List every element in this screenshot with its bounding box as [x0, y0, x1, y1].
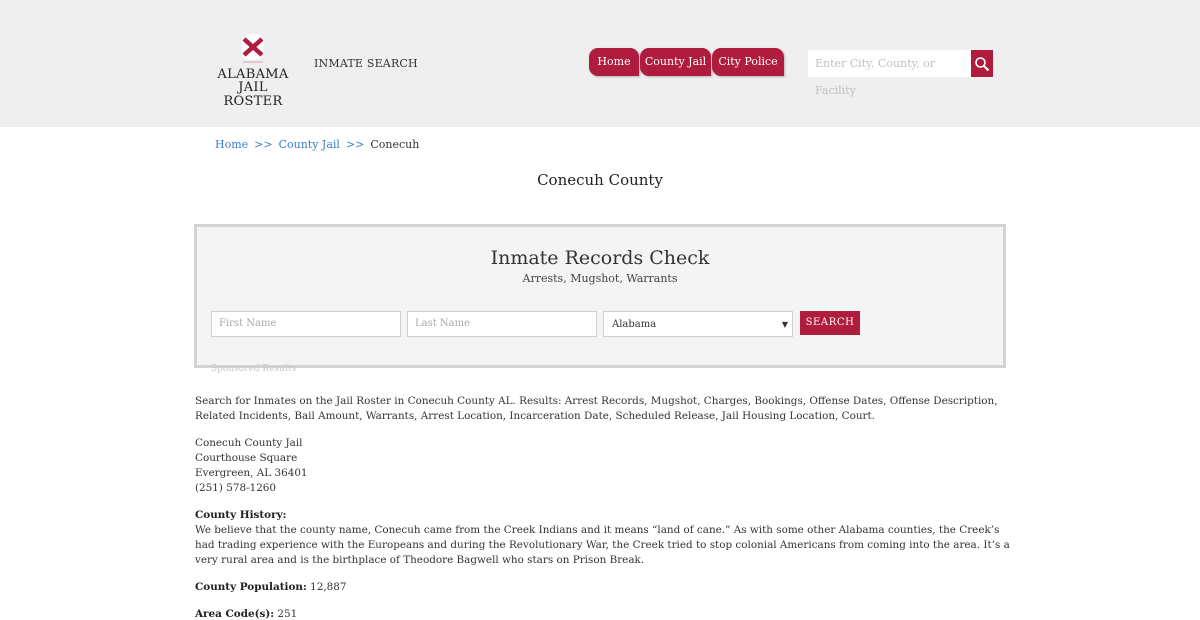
state-select[interactable]: Alabama ▼ — [603, 311, 793, 337]
jail-city: Evergreen, AL 36401 — [195, 467, 308, 479]
state-select-value: Alabama — [612, 319, 657, 330]
jail-name: Conecuh County Jail — [195, 437, 303, 449]
search-icon — [975, 57, 990, 72]
breadcrumb-separator: >> — [254, 138, 273, 151]
county-population-label: County Population: — [195, 581, 307, 593]
chevron-down-icon: ▼ — [781, 320, 788, 329]
county-population-value: 12,887 — [310, 581, 347, 593]
records-search-button[interactable]: SEARCH — [800, 311, 860, 335]
breadcrumb-home[interactable]: Home — [215, 138, 248, 151]
nav-tab-home[interactable]: Home — [589, 48, 639, 76]
county-history-label: County History: — [195, 509, 287, 521]
records-check-title: Inmate Records Check — [490, 247, 710, 269]
site-logo[interactable]: ALABAMA JAIL ROSTER — [212, 28, 294, 109]
main-nav: Home County Jail City Police — [589, 48, 785, 76]
area-codes-label: Area Code(s): — [195, 608, 275, 620]
jail-address: Conecuh County Jail Courthouse Square Ev… — [195, 436, 1010, 496]
nav-tab-city-police[interactable]: City Police — [712, 48, 784, 76]
alabama-flag-icon — [242, 34, 264, 63]
county-history: County History: We believe that the coun… — [195, 508, 1010, 568]
nav-tab-county-jail[interactable]: County Jail — [640, 48, 711, 76]
inmate-records-search-panel: Inmate Records Check Arrests, Mugshot, W… — [194, 224, 1006, 368]
intro-paragraph: Search for Inmates on the Jail Roster in… — [195, 395, 998, 422]
jail-street: Courthouse Square — [195, 452, 298, 464]
county-population: County Population: 12,887 — [195, 580, 1010, 595]
breadcrumb-county-jail[interactable]: County Jail — [279, 138, 340, 151]
logo-text-jail-roster: JAIL ROSTER — [223, 80, 283, 109]
breadcrumb: Home >> County Jail >> Conecuh — [215, 138, 419, 151]
area-codes-value: 251 — [277, 608, 298, 620]
last-name-field[interactable]: Last Name — [407, 311, 597, 337]
facility-search-input[interactable]: Enter City, County, or Facility — [808, 50, 972, 97]
county-history-text: We believe that the county name, Conecuh… — [195, 524, 1010, 566]
site-header: ALABAMA JAIL ROSTER INMATE SEARCH Home C… — [0, 0, 1200, 127]
records-check-subtitle: Arrests, Mugshot, Warrants — [522, 272, 678, 285]
area-codes: Area Code(s): 251 — [195, 607, 1010, 620]
breadcrumb-current: Conecuh — [370, 138, 420, 151]
first-name-field[interactable]: First Name — [211, 311, 401, 337]
inmate-search-link[interactable]: INMATE SEARCH — [314, 57, 418, 70]
facility-search-button[interactable] — [971, 50, 993, 77]
county-info: Search for Inmates on the Jail Roster in… — [195, 394, 1010, 620]
breadcrumb-separator: >> — [345, 138, 365, 151]
page-title: Conecuh County — [537, 171, 663, 189]
sponsored-results-label: Sponsored Results — [211, 364, 297, 374]
jail-phone: (251) 578-1260 — [195, 482, 277, 494]
